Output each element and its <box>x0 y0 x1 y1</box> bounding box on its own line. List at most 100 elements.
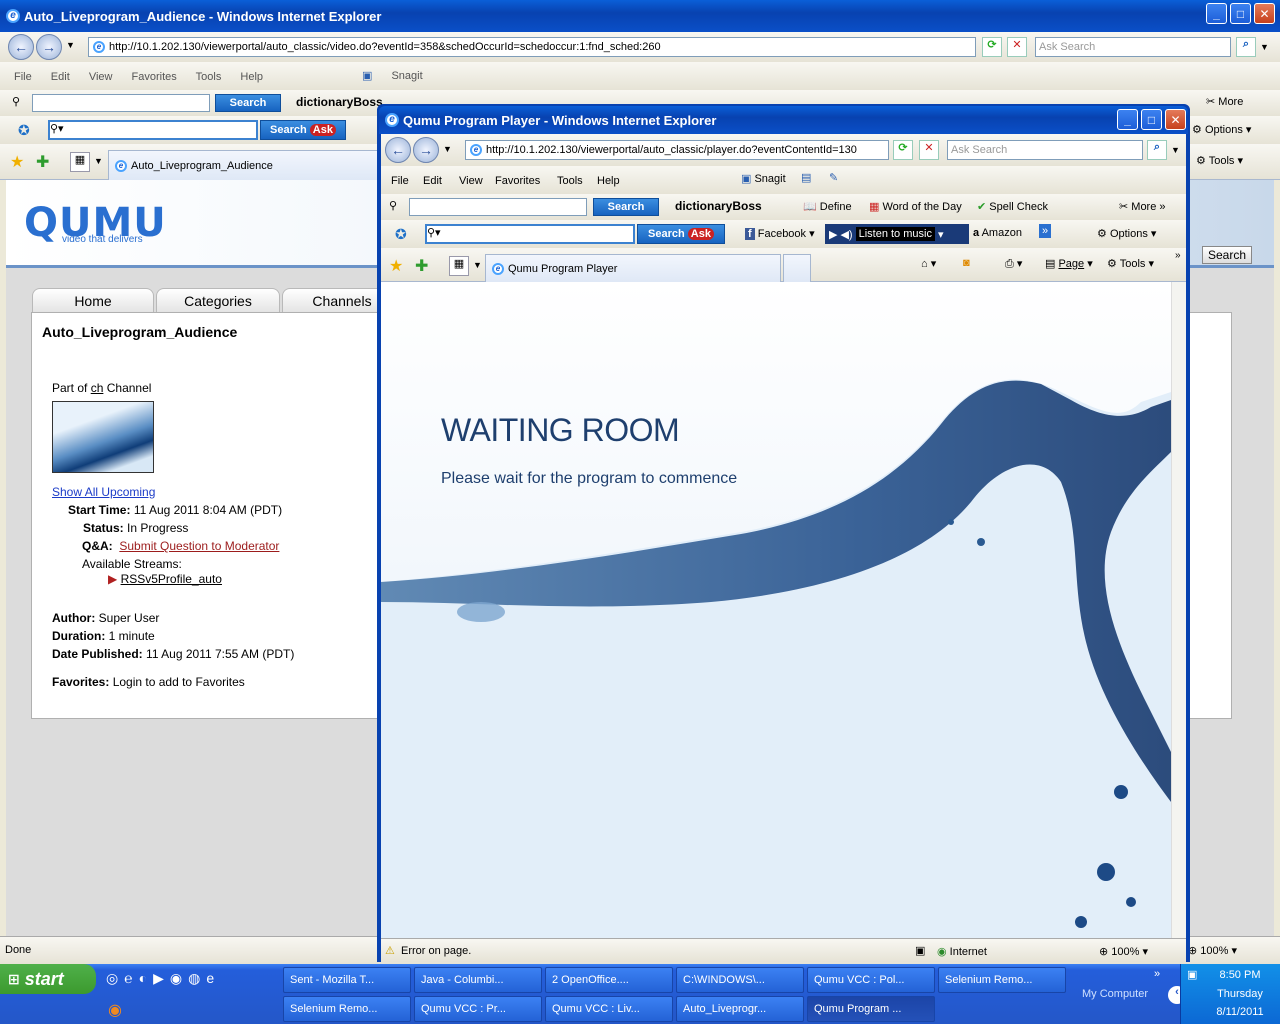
popup-minimize-button[interactable]: _ <box>1117 109 1138 130</box>
quick-tabs-icon[interactable]: ▦ <box>70 152 90 172</box>
popup-status-text[interactable]: Error on page. <box>401 945 471 957</box>
start-button[interactable]: ⊞ start <box>0 964 96 994</box>
word-of-day-button[interactable]: ▦ Word of the Day <box>869 200 962 213</box>
task-auto-liveprogram[interactable]: Auto_Liveprogr... <box>676 996 804 1022</box>
menu-help[interactable]: Help <box>240 71 263 83</box>
search-options-icon[interactable]: ▼ <box>1171 145 1180 155</box>
close-button[interactable]: ✕ <box>1254 3 1275 24</box>
main-titlebar[interactable]: e Auto_Liveprogram_Audience - Windows In… <box>0 0 1280 32</box>
popup-scrollbar[interactable] <box>1171 282 1186 938</box>
main-ask-search-button[interactable]: Search Ask <box>260 120 346 140</box>
popup-menu-favorites[interactable]: Favorites <box>495 175 540 187</box>
page-menu-button[interactable]: ▤ Page ▾ <box>1045 257 1093 270</box>
toolbar-overflow-icon[interactable]: » <box>1039 224 1052 238</box>
music-player[interactable]: ▶ ◀) Listen to music ▾ <box>825 224 969 244</box>
popup-tools-button[interactable]: ⚙ Tools ▾ <box>1107 257 1154 270</box>
spell-check-button[interactable]: ✔ Spell Check <box>977 200 1048 213</box>
globe-icon[interactable]: ◍ <box>188 970 206 986</box>
channel-thumbnail[interactable] <box>52 401 154 473</box>
popup-maximize-button[interactable]: □ <box>1141 109 1162 130</box>
menu-tools[interactable]: Tools <box>196 71 222 83</box>
submit-question-link[interactable]: Submit Question to Moderator <box>119 539 279 553</box>
menu-favorites[interactable]: Favorites <box>132 71 177 83</box>
task-qumu-vcc-pr[interactable]: Qumu VCC : Pr... <box>414 996 542 1022</box>
popup-more-button[interactable]: ✂ More » <box>1119 200 1166 213</box>
facebook-button[interactable]: f Facebook ▾ <box>745 227 815 240</box>
popup-ask-input[interactable]: ⚲▾ <box>425 224 635 244</box>
snagit-button[interactable]: ▣ Snagit <box>362 69 439 82</box>
task-selenium-1[interactable]: Selenium Remo... <box>938 967 1066 993</box>
stream-link[interactable]: RSSv5Profile_auto <box>121 572 222 586</box>
menu-file[interactable]: File <box>14 71 32 83</box>
volume-icon[interactable]: ◀) <box>840 228 852 241</box>
snagit-window-icon[interactable]: ▤ <box>801 171 811 184</box>
add-favorite-icon[interactable]: ✚ <box>415 256 428 276</box>
popup-address-input[interactable]: e http://10.1.202.130/viewerportal/auto_… <box>465 140 889 160</box>
popup-dictionaryboss-logo[interactable]: dictionaryBoss <box>675 199 762 213</box>
popup-ask-search-button[interactable]: Search Ask <box>637 224 725 244</box>
search-icon[interactable]: ⌕ <box>1236 37 1256 57</box>
task-qumu-vcc-liv[interactable]: Qumu VCC : Liv... <box>545 996 673 1022</box>
tab-list-icon[interactable]: ▼ <box>473 260 482 270</box>
task-selenium-2[interactable]: Selenium Remo... <box>283 996 411 1022</box>
main-address-input[interactable]: e http://10.1.202.130/viewerportal/auto_… <box>88 37 976 57</box>
main-ask-input[interactable]: ⚲▾ <box>48 120 258 140</box>
main-search-input[interactable]: Ask Search <box>1035 37 1231 57</box>
history-dropdown-icon[interactable]: ▼ <box>443 144 452 154</box>
task-qumu-program-player[interactable]: Qumu Program ... <box>807 996 935 1022</box>
portal-search-button[interactable]: Search <box>1202 246 1252 264</box>
forward-button[interactable]: → <box>36 34 62 60</box>
main-options-button[interactable]: ⚙ Options ▾ <box>1192 123 1251 136</box>
popup-options-button[interactable]: ⚙ Options ▾ <box>1097 227 1156 240</box>
my-computer-label[interactable]: My Computer <box>1082 988 1148 1000</box>
refresh-icon[interactable]: ⟳ <box>893 140 913 160</box>
refresh-icon[interactable]: ⟳ <box>982 37 1002 57</box>
print-icon[interactable]: ⎙ ▾ <box>1005 257 1022 271</box>
define-button[interactable]: 📖 Define <box>803 200 852 213</box>
popup-titlebar[interactable]: e Qumu Program Player - Windows Internet… <box>379 106 1188 134</box>
clock-time[interactable]: 8:50 PM <box>1205 969 1275 981</box>
task-sent-mozilla[interactable]: Sent - Mozilla T... <box>283 967 411 993</box>
tab-list-icon[interactable]: ▼ <box>94 156 103 166</box>
more-button[interactable]: ✂ More <box>1206 95 1243 108</box>
popup-dictionary-input[interactable] <box>409 198 587 216</box>
history-dropdown-icon[interactable]: ▼ <box>66 40 75 50</box>
stop-icon[interactable]: ✕ <box>1007 37 1027 57</box>
dictionaryboss-logo[interactable]: dictionaryBoss <box>296 95 383 109</box>
tab-auto-liveprogram[interactable]: e Auto_Liveprogram_Audience <box>108 150 380 180</box>
stream-row[interactable]: ▶ RSSv5Profile_auto <box>108 572 222 586</box>
menu-view[interactable]: View <box>89 71 113 83</box>
task-openoffice[interactable]: 2 OpenOffice.... <box>545 967 673 993</box>
amazon-button[interactable]: a Amazon <box>973 227 1022 239</box>
tab-overflow-icon[interactable]: » <box>1175 250 1181 261</box>
favorites-star-icon[interactable]: ★ <box>10 152 24 172</box>
popup-close-button[interactable]: ✕ <box>1165 109 1186 130</box>
popup-forward-button[interactable]: → <box>413 137 439 163</box>
feeds-icon[interactable]: ◙ <box>963 257 970 269</box>
popup-back-button[interactable]: ← <box>385 137 411 163</box>
ie-icon[interactable]: e <box>206 970 220 986</box>
favorites-star-icon[interactable]: ★ <box>389 256 403 276</box>
main-tools-button[interactable]: ⚙ Tools ▾ <box>1196 154 1243 167</box>
menu-edit[interactable]: Edit <box>51 71 70 83</box>
main-dictionary-input[interactable] <box>32 94 210 112</box>
popup-dictionary-search-button[interactable]: Search <box>593 198 659 216</box>
task-java[interactable]: Java - Columbi... <box>414 967 542 993</box>
task-cmd[interactable]: C:\WINDOWS\... <box>676 967 804 993</box>
popup-zoom[interactable]: ⊕ 100% ▾ <box>1099 945 1148 958</box>
nav-home[interactable]: Home <box>32 288 154 312</box>
ie-quicklaunch-icon[interactable]: ℮ <box>124 970 138 986</box>
popup-search-input[interactable]: Ask Search <box>947 140 1143 160</box>
taskbar-overflow-icon[interactable]: » <box>1154 968 1160 980</box>
popup-menu-help[interactable]: Help <box>597 175 620 187</box>
media-player-icon[interactable]: ▶ <box>153 970 170 986</box>
tab-qumu-program-player[interactable]: e Qumu Program Player <box>485 254 781 282</box>
security-icon[interactable]: ▣ <box>915 944 925 957</box>
new-tab-button[interactable] <box>783 254 811 282</box>
warning-icon[interactable]: ⚠ <box>385 944 395 957</box>
popup-menu-tools[interactable]: Tools <box>557 175 583 187</box>
popup-menu-edit[interactable]: Edit <box>423 175 442 187</box>
main-dictionary-search-button[interactable]: Search <box>215 94 281 112</box>
back-button[interactable]: ← <box>8 34 34 60</box>
stop-icon[interactable]: ✕ <box>919 140 939 160</box>
